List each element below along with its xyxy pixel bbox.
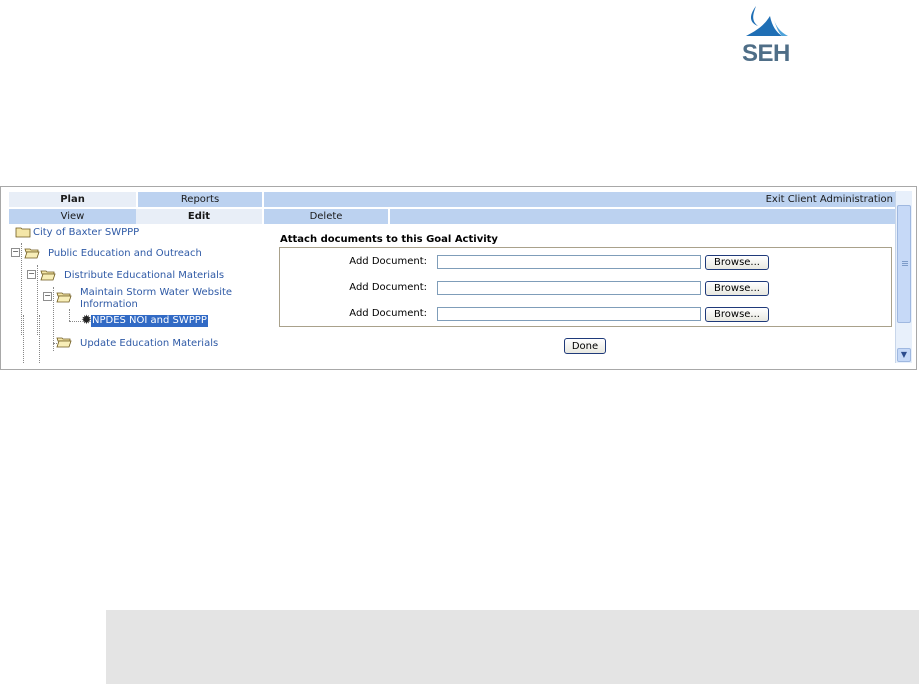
- tab-edit[interactable]: Edit: [136, 209, 262, 224]
- tree-connector: [39, 315, 40, 363]
- add-document-label: Add Document:: [349, 256, 427, 267]
- sub-tab-filler: [388, 209, 895, 224]
- tree-connector: [69, 309, 70, 321]
- tab-plan[interactable]: Plan: [9, 192, 136, 207]
- browse-button-3[interactable]: Browse...: [705, 307, 769, 322]
- folder-open-icon: [24, 248, 40, 259]
- tree-connector: [53, 287, 54, 351]
- tree-node-public-education[interactable]: Public Education and Outreach: [48, 248, 202, 260]
- tree-node-city-of-baxter-swppp[interactable]: City of Baxter SWPPP: [33, 227, 139, 239]
- tree-node-npdes-noi[interactable]: NPDES NOI and SWPPP: [91, 315, 208, 327]
- grip-line: [902, 261, 908, 262]
- document-path-input-1[interactable]: [437, 255, 701, 269]
- tree-connector: [69, 321, 81, 322]
- document-path-input-3[interactable]: [437, 307, 701, 321]
- folder-icon: [15, 227, 31, 238]
- browse-button-2[interactable]: Browse...: [705, 281, 769, 296]
- footer-band: [106, 610, 919, 684]
- browse-button-1[interactable]: Browse...: [705, 255, 769, 270]
- collapse-icon[interactable]: −: [43, 292, 52, 301]
- exit-client-admin-link[interactable]: Exit Client Administration: [262, 192, 895, 207]
- tree-node-maintain-website[interactable]: Maintain Storm Water Website Information: [80, 287, 260, 311]
- add-document-label: Add Document:: [349, 308, 427, 319]
- logo-text: SEH: [742, 40, 790, 67]
- client-admin-frame: Plan Reports Exit Client Administration …: [0, 186, 917, 370]
- tree-node-update-materials[interactable]: Update Education Materials: [80, 338, 218, 350]
- document-path-input-2[interactable]: [437, 281, 701, 295]
- vertical-scrollbar[interactable]: ▼: [895, 191, 912, 363]
- grip-line: [902, 263, 908, 264]
- grip-line: [902, 265, 908, 266]
- scrollbar-thumb[interactable]: [897, 205, 911, 323]
- frame-content: Plan Reports Exit Client Administration …: [9, 191, 912, 363]
- tab-view[interactable]: View: [9, 209, 136, 224]
- done-button[interactable]: Done: [564, 338, 606, 354]
- collapse-icon[interactable]: −: [11, 248, 20, 257]
- add-document-label: Add Document:: [349, 282, 427, 293]
- attach-fieldset: Add Document: Browse... Add Document: Br…: [279, 247, 892, 327]
- tree-connector: [23, 315, 24, 363]
- attach-title: Attach documents to this Goal Activity: [280, 234, 498, 245]
- folder-open-icon: [40, 270, 56, 281]
- tree-connector: [37, 265, 38, 335]
- tab-delete[interactable]: Delete: [262, 209, 388, 224]
- folder-open-icon: [56, 292, 72, 303]
- top-tab-bar: Plan Reports Exit Client Administration: [9, 192, 895, 207]
- goal-tree: City of Baxter SWPPP − Public Education …: [9, 227, 271, 363]
- seh-logo: SEH: [736, 4, 792, 70]
- collapse-icon[interactable]: −: [27, 270, 36, 279]
- tab-reports[interactable]: Reports: [136, 192, 262, 207]
- tree-connector: [21, 243, 22, 335]
- sub-tab-bar: View Edit Delete: [9, 209, 895, 224]
- folder-open-icon: [56, 337, 72, 348]
- tree-node-distribute-materials[interactable]: Distribute Educational Materials: [64, 270, 224, 282]
- scroll-down-arrow-icon[interactable]: ▼: [897, 348, 911, 362]
- seh-mark-icon: [746, 6, 788, 36]
